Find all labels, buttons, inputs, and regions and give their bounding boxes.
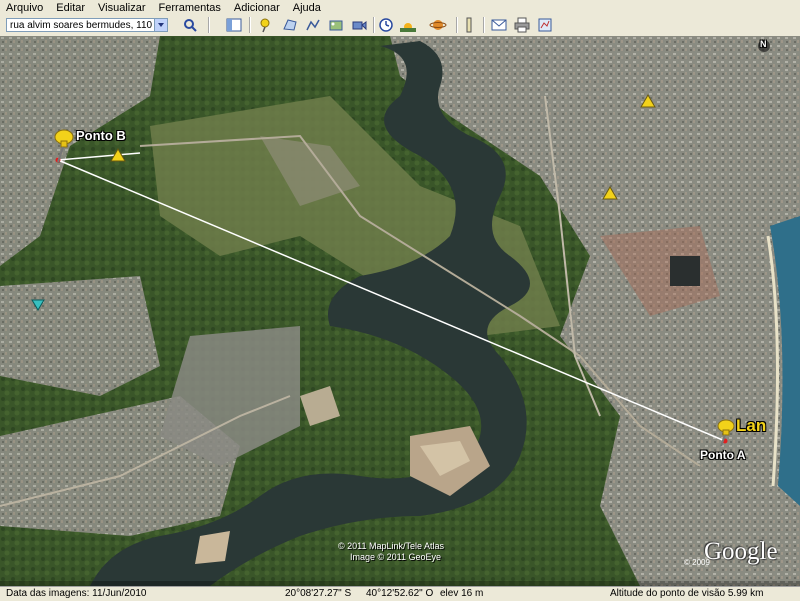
eye-altitude-readout: Altitude do ponto de visão 5.99 km [610,588,764,599]
historical-imagery-button[interactable] [376,16,396,34]
menu-arquivo[interactable]: Arquivo [0,2,50,14]
ruler-button[interactable] [459,16,479,34]
sunlight-button[interactable] [398,16,418,34]
menu-ferramentas[interactable]: Ferramentas [153,2,228,14]
longitude-readout: 40°12'52.62" O [366,588,434,599]
search-icon [184,19,197,32]
historical-imagery-icon [379,18,393,32]
menu-visualizar[interactable]: Visualizar [92,2,153,14]
email-icon [491,19,507,31]
placemark-ponto-b-label[interactable]: Ponto B [76,128,126,143]
view-in-maps-button[interactable] [535,16,555,34]
record-tour-icon [352,21,367,31]
add-path-button[interactable] [303,16,323,34]
status-bar: Data das imagens: 11/Jun/2010 20°08'27.2… [0,586,800,601]
view-in-maps-icon [538,18,552,32]
placemark-ponto-a-label[interactable]: Ponto A [700,448,746,462]
ruler-icon [466,17,472,33]
add-image-overlay-button[interactable] [326,16,346,34]
satellite-imagery [0,36,800,586]
planets-button[interactable] [428,16,448,34]
imagery-date: Data das imagens: 11/Jun/2010 [6,588,147,599]
toolbar: rua alvim soares bermudes, 110 [0,15,800,37]
compass-north-label: N [760,39,767,49]
path-icon [306,19,320,31]
planets-icon [429,20,447,30]
email-button[interactable] [489,16,509,34]
poi-icon[interactable] [30,298,46,314]
record-tour-button[interactable] [349,16,369,34]
map-view[interactable]: N Ponto B Lan Ponto A © 2011 MapLink/Tel… [0,36,800,586]
menu-ajuda[interactable]: Ajuda [287,2,328,14]
print-button[interactable] [512,16,532,34]
image-overlay-icon [329,20,343,31]
menu-bar: Arquivo Editar Visualizar Ferramentas Ad… [0,0,800,15]
print-icon [514,17,530,33]
poi-icon[interactable] [640,94,656,108]
add-polygon-button[interactable] [280,16,300,34]
copyright-geoeye: Image © 2011 GeoEye [350,552,442,562]
google-logo: Google [704,538,778,565]
latitude-readout: 20°08'27.27" S [285,588,352,599]
sidebar-button[interactable] [224,16,244,34]
menu-adicionar[interactable]: Adicionar [228,2,287,14]
sunlight-icon [400,23,416,32]
copyright-maplink: © 2011 MapLink/Tele Atlas [338,541,445,551]
search-button[interactable] [180,16,200,34]
placemark-ponto-b-pin[interactable] [52,128,76,164]
placemark-ponto-a-pin[interactable] [713,418,737,450]
menu-editar[interactable]: Editar [50,2,92,14]
placemark-lan-label[interactable]: Lan [736,416,766,436]
polygon-icon [283,19,297,31]
search-value: rua alvim soares bermudes, 110 [10,20,153,31]
sidebar-icon [226,18,242,32]
search-input[interactable]: rua alvim soares bermudes, 110 [6,18,168,32]
elevation-readout: elev 16 m [440,588,484,599]
placemark-icon [260,18,270,33]
add-placemark-button[interactable] [256,16,276,34]
poi-icon[interactable] [110,148,126,162]
search-dropdown-button[interactable] [154,19,167,31]
poi-icon[interactable] [602,186,618,200]
